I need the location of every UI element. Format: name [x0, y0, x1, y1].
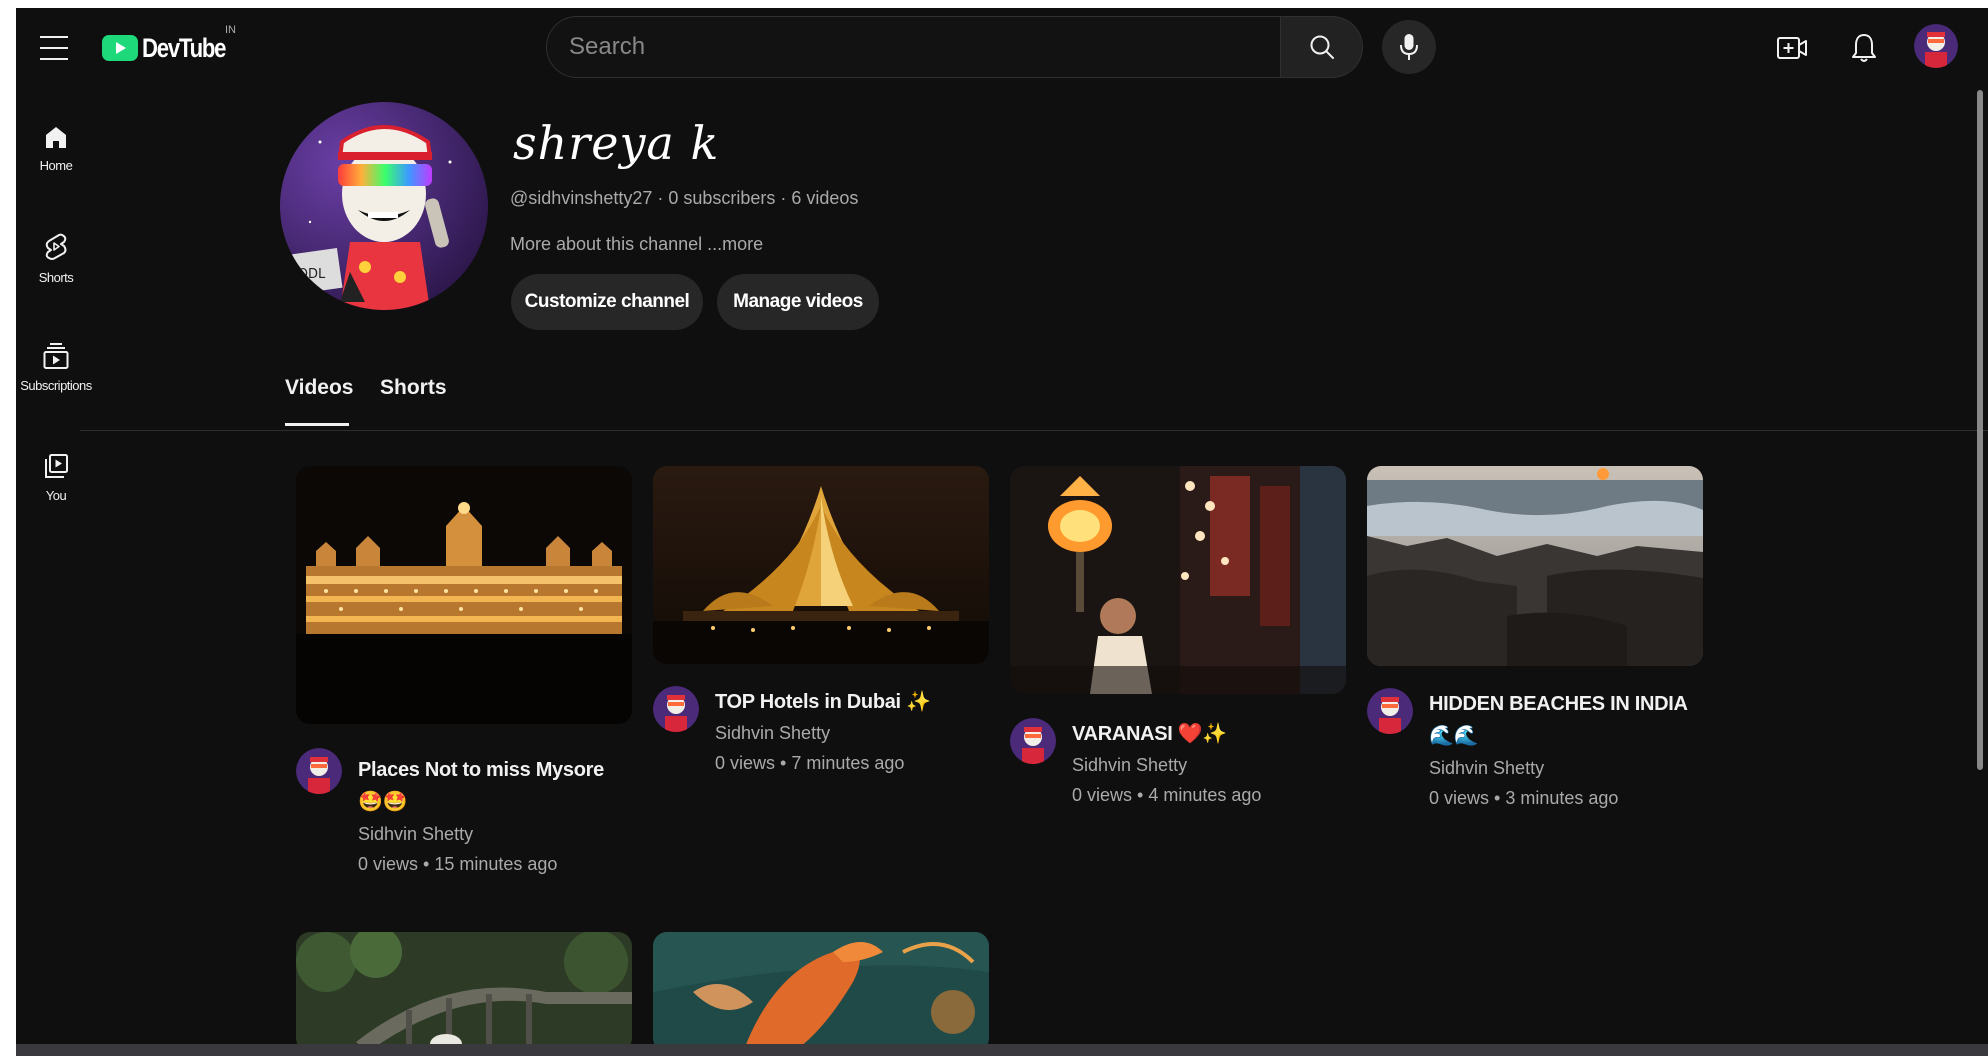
microphone-icon	[1400, 34, 1418, 60]
channel-avatar-small[interactable]	[653, 686, 699, 732]
forest-bridge-thumbnail-image	[296, 932, 632, 1050]
search-input[interactable]	[567, 32, 1280, 62]
avatar-image	[296, 748, 342, 794]
video-thumbnail[interactable]	[653, 932, 989, 1050]
logo[interactable]: DevTube	[102, 28, 244, 68]
subscriptions-icon	[43, 343, 69, 369]
channel-name: shreya k	[513, 116, 720, 170]
video-stats: 0 views • 3 minutes ago	[1429, 788, 1619, 808]
channel-avatar-small[interactable]	[1010, 718, 1056, 764]
shorts-icon	[45, 233, 67, 260]
channel-avatar-small[interactable]	[296, 748, 342, 794]
channel-avatar[interactable]: HODL	[280, 102, 488, 310]
search-icon	[1310, 35, 1334, 59]
create-video-button[interactable]	[1774, 30, 1810, 66]
scrollbar[interactable]	[1977, 90, 1983, 770]
sidebar-item-you[interactable]: You	[16, 452, 96, 503]
sidebar-item-shorts[interactable]: Shorts	[16, 232, 96, 285]
video-thumbnail[interactable]	[1010, 466, 1346, 694]
channel-meta: @sidhvinshetty27 · 0 subscribers · 6 vid…	[510, 188, 859, 208]
account-avatar[interactable]	[1914, 24, 1958, 68]
window-bottom-edge	[16, 1044, 1988, 1056]
video-thumbnail[interactable]	[296, 932, 632, 1050]
avatar-image	[1010, 718, 1056, 764]
notifications-button[interactable]	[1846, 28, 1882, 68]
sidebar-item-home[interactable]: Home	[16, 124, 96, 173]
customize-channel-button[interactable]: Customize channel	[511, 274, 703, 330]
logo-text: DevTube	[142, 32, 226, 63]
sidebar-item-label: Subscriptions	[20, 378, 92, 393]
video-channel-name[interactable]: Sidhvin Shetty	[1429, 758, 1544, 779]
video-channel-name[interactable]: Sidhvin Shetty	[715, 723, 830, 744]
avatar-image	[1367, 688, 1413, 734]
varanasi-thumbnail-image	[1010, 466, 1346, 694]
play-logo-icon	[102, 35, 138, 61]
lotus-temple-thumbnail-image	[653, 466, 989, 664]
tab-divider	[80, 430, 1988, 431]
home-icon	[46, 127, 66, 148]
active-tab-indicator	[285, 423, 349, 426]
create-video-icon	[1777, 37, 1807, 59]
svg-text:HODL: HODL	[288, 267, 326, 282]
video-stats: 0 views • 7 minutes ago	[715, 753, 905, 773]
beach-thumbnail-image	[1367, 466, 1703, 666]
sidebar-item-label: You	[45, 488, 67, 503]
manage-videos-button[interactable]: Manage videos	[717, 274, 879, 330]
app-window: DevTube IN Search Home Shorts Subscripti…	[16, 8, 1988, 1050]
sidebar-item-subscriptions[interactable]: Subscriptions	[16, 342, 96, 393]
video-title[interactable]: TOP Hotels in Dubai ✨	[715, 686, 985, 718]
region-code: IN	[225, 24, 236, 36]
video-stats: 0 views • 15 minutes ago	[358, 854, 558, 874]
tab-shorts[interactable]: Shorts	[380, 376, 447, 400]
channel-avatar-small[interactable]	[1367, 688, 1413, 734]
video-thumbnail[interactable]	[653, 466, 989, 664]
top-bar: DevTube IN	[16, 8, 1988, 88]
sidebar-item-label: Home	[39, 158, 73, 173]
search-button[interactable]	[1281, 16, 1363, 78]
bell-icon	[1852, 34, 1876, 62]
you-icon	[45, 454, 68, 478]
koi-fish-thumbnail-image	[653, 932, 989, 1050]
video-title[interactable]: HIDDEN BEACHES IN INDIA 🌊🌊	[1429, 688, 1699, 752]
channel-avatar-image: HODL	[280, 102, 488, 310]
video-title[interactable]: Places Not to miss Mysore 🤩🤩	[358, 754, 628, 818]
channel-about-link[interactable]: More about this channel ...more	[510, 234, 763, 255]
video-title[interactable]: VARANASI ❤️✨	[1072, 718, 1342, 750]
search-box	[546, 16, 1281, 78]
video-stats: 0 views • 4 minutes ago	[1072, 785, 1262, 805]
voice-search-button[interactable]	[1382, 20, 1436, 74]
video-thumbnail[interactable]	[296, 466, 632, 724]
palace-thumbnail-image	[296, 466, 632, 724]
sidebar-item-label: Shorts	[38, 270, 74, 285]
avatar-image	[653, 686, 699, 732]
menu-icon[interactable]	[40, 36, 68, 60]
avatar-image	[1914, 24, 1958, 68]
video-channel-name[interactable]: Sidhvin Shetty	[358, 824, 473, 845]
tab-videos[interactable]: Videos	[285, 376, 353, 400]
video-channel-name[interactable]: Sidhvin Shetty	[1072, 755, 1187, 776]
video-thumbnail[interactable]	[1367, 466, 1703, 666]
